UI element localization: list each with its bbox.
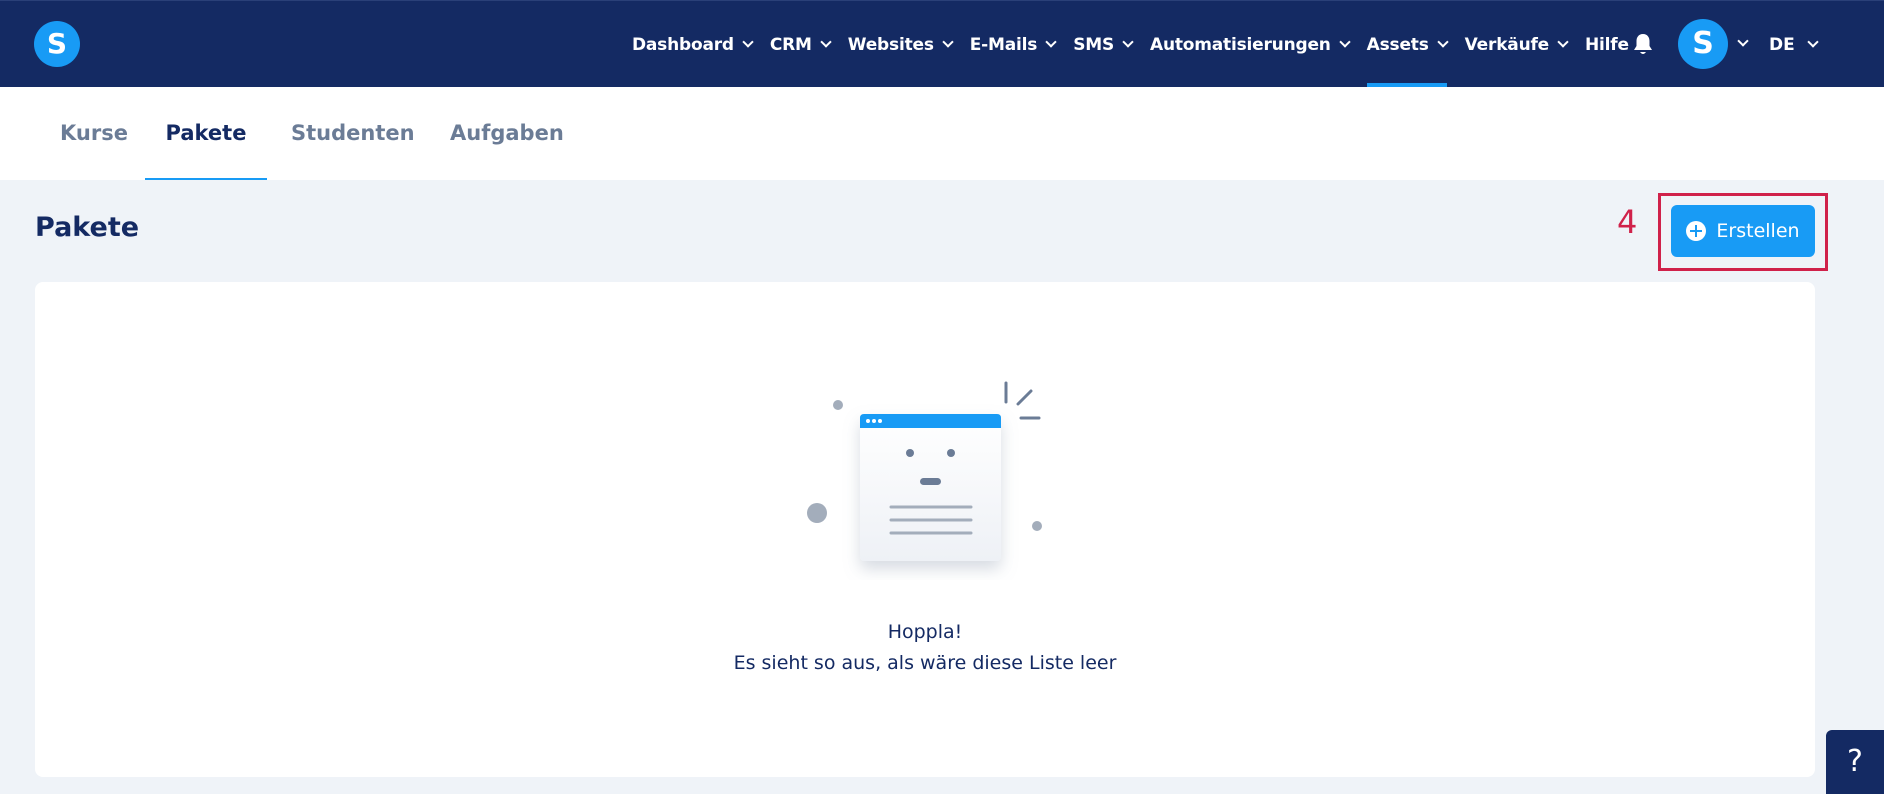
nav-item-emails[interactable]: E-Mails: [969, 1, 1057, 88]
chevron-down-icon: [1045, 36, 1057, 48]
chevron-down-icon: [1807, 36, 1819, 48]
create-button-label: Erstellen: [1716, 220, 1800, 242]
nav-label: Hilfe: [1585, 34, 1629, 55]
nav-item-automatisierungen[interactable]: Automatisierungen: [1150, 1, 1351, 88]
nav-item-websites[interactable]: Websites: [847, 1, 954, 88]
nav-item-dashboard[interactable]: Dashboard: [632, 1, 754, 88]
bell-icon[interactable]: [1632, 32, 1654, 56]
nav-item-verkaeufe[interactable]: Verkäufe: [1464, 1, 1569, 88]
language-label: DE: [1769, 34, 1795, 55]
plus-circle-icon: [1686, 221, 1707, 241]
language-selector[interactable]: DE: [1769, 1, 1819, 88]
chevron-down-icon: [942, 36, 954, 48]
nav-label: Websites: [847, 34, 934, 55]
nav-item-crm[interactable]: CRM: [769, 1, 832, 88]
tab-pakete[interactable]: Pakete: [145, 87, 267, 180]
avatar[interactable]: S: [1678, 19, 1728, 69]
top-navigation-bar: S Dashboard CRM Websites E-Mails SMS Aut…: [0, 0, 1884, 88]
nav-label: Dashboard: [632, 34, 734, 55]
chevron-down-icon[interactable]: [1737, 35, 1749, 47]
chevron-down-icon: [1122, 36, 1134, 48]
step-number-annotation: 4: [1617, 203, 1638, 241]
empty-state-illustration: [807, 381, 1042, 561]
help-button[interactable]: ?: [1826, 730, 1884, 794]
nav-item-sms[interactable]: SMS: [1073, 1, 1134, 88]
chevron-down-icon: [820, 36, 832, 48]
chevron-down-icon: [1557, 36, 1569, 48]
create-button[interactable]: Erstellen: [1671, 205, 1815, 257]
tab-aufgaben[interactable]: Aufgaben: [450, 87, 564, 180]
nav-label: Assets: [1366, 34, 1429, 55]
empty-state-message: Es sieht so aus, als wäre diese Liste le…: [733, 652, 1117, 674]
nav-label: E-Mails: [969, 34, 1038, 55]
chevron-down-icon: [1436, 36, 1449, 48]
logo[interactable]: S: [34, 21, 80, 67]
nav-item-hilfe[interactable]: Hilfe: [1585, 1, 1629, 88]
nav-item-assets[interactable]: Assets: [1366, 1, 1449, 88]
nav-label: SMS: [1073, 34, 1114, 55]
sub-tabs: Kurse Pakete Studenten Aufgaben: [0, 87, 1884, 180]
nav-label: Verkäufe: [1464, 34, 1550, 55]
nav-label: Automatisierungen: [1150, 34, 1331, 55]
tab-kurse[interactable]: Kurse: [60, 87, 128, 180]
page-title: Pakete: [35, 212, 140, 243]
chevron-down-icon: [1339, 36, 1351, 48]
nav-label: CRM: [769, 34, 812, 55]
chevron-down-icon: [742, 36, 754, 48]
tab-studenten[interactable]: Studenten: [291, 87, 415, 180]
empty-state-title: Hoppla!: [887, 621, 963, 643]
main-nav: Dashboard CRM Websites E-Mails SMS Autom…: [632, 1, 1647, 88]
